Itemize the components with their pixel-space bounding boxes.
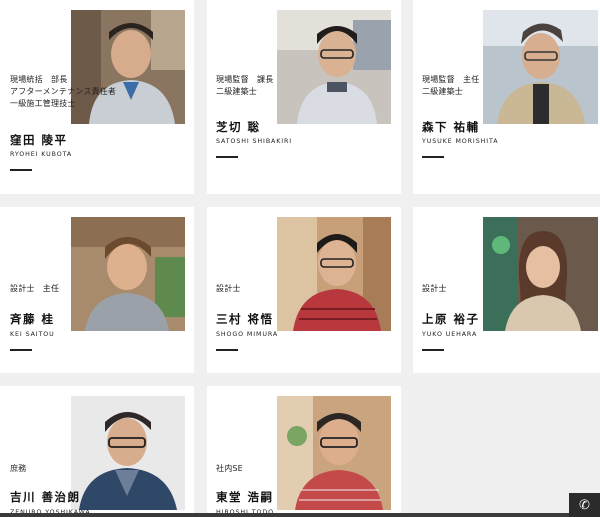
staff-name: 芝切 聡 [216,120,261,134]
staff-card-yoshikawa[interactable]: 庶務 吉川 善治朗 ZENJIRO YOSHIKAWA [0,386,194,517]
divider-bar [10,349,32,351]
divider-bar [10,169,32,171]
staff-card-todo[interactable]: 社内SE 東堂 浩嗣 HIROSHI TODO [207,386,401,517]
footer-bar [0,513,600,517]
staff-roman-name: KEI SAITOU [10,331,55,338]
staff-roman-name: YUSUKE MORISHITA [422,138,499,145]
staff-role: 現場統括 部長 アフターメンテナンス責任者 一級施工管理技士 [10,75,117,108]
staff-role: 設計士 [422,284,447,293]
staff-name: 東堂 浩嗣 [216,490,274,504]
staff-name: 窪田 陵平 [10,133,68,147]
divider-bar [422,349,444,351]
divider-bar [216,349,238,351]
staff-role: 設計士 [216,284,241,293]
staff-card-saitou[interactable]: 設計士 主任 斉藤 桂 KEI SAITOU [0,207,194,373]
staff-name: 斉藤 桂 [10,312,55,326]
staff-name: 吉川 善治朗 [10,490,81,504]
staff-roman-name: YUKO UEHARA [422,331,478,338]
staff-roman-name: SATOSHI SHIBAKIRI [216,138,293,145]
staff-photo [71,217,185,331]
staff-role: 社内SE [216,464,243,473]
staff-card-morishita[interactable]: 現場監督 主任 二級建築士 森下 祐輔 YUSUKE MORISHITA [413,0,600,194]
staff-card-kubota[interactable]: 現場統括 部長 アフターメンテナンス責任者 一級施工管理技士 窪田 陵平 RYO… [0,0,194,194]
staff-photo [277,396,391,510]
staff-name: 上原 裕子 [422,312,480,326]
staff-card-mimura[interactable]: 設計士 三村 将悟 SHOGO MIMURA [207,207,401,373]
staff-photo [483,217,598,331]
staff-photo [483,10,598,124]
staff-role: 現場監督 課長 二級建築士 [216,75,274,96]
staff-name: 森下 祐輔 [422,120,480,134]
staff-photo [71,396,185,510]
staff-card-shibakiri[interactable]: 現場監督 課長 二級建築士 芝切 聡 SATOSHI SHIBAKIRI [207,0,401,194]
divider-bar [422,156,444,158]
staff-name: 三村 将悟 [216,312,274,326]
staff-role: 現場監督 主任 二級建築士 [422,75,480,96]
staff-roman-name: RYOHEI KUBOTA [10,151,73,158]
staff-photo [277,217,391,331]
divider-bar [216,156,238,158]
staff-photo [277,10,391,124]
staff-card-uehara[interactable]: 設計士 上原 裕子 YUKO UEHARA [413,207,600,373]
staff-role: 庶務 [10,464,27,473]
staff-roman-name: SHOGO MIMURA [216,331,279,338]
staff-role: 設計士 主任 [10,284,60,293]
phone-icon: ✆ [579,497,590,513]
phone-button[interactable]: ✆ [569,493,600,517]
